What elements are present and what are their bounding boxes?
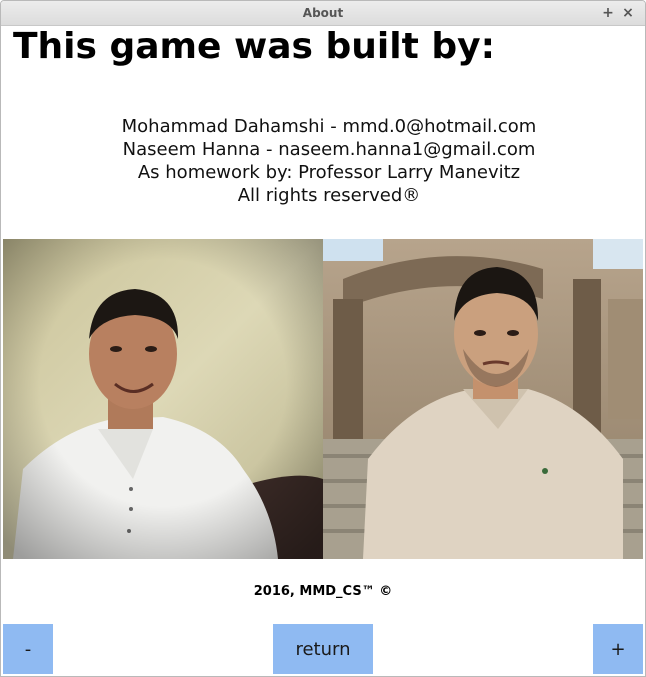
- credit-line-homework: As homework by: Professor Larry Manevitz: [137, 162, 521, 183]
- close-icon[interactable]: ×: [619, 1, 637, 25]
- title-bar: About + ×: [1, 1, 645, 26]
- credit-line-rights: All rights reserved®: [237, 185, 421, 206]
- credits-block: Mohammad Dahamshi - mmd.0@hotmail.com Na…: [1, 115, 645, 207]
- plus-button[interactable]: +: [593, 624, 643, 674]
- maximize-icon[interactable]: +: [599, 1, 617, 25]
- window-title: About: [302, 6, 344, 20]
- page-title: This game was built by:: [13, 26, 495, 67]
- credit-line-author-2: Naseem Hanna - naseem.hanna1@gmail.com: [122, 139, 536, 160]
- about-window: About + × This game was built by: Mohamm…: [0, 0, 646, 677]
- credit-line-author-1: Mohammad Dahamshi - mmd.0@hotmail.com: [121, 116, 537, 137]
- minus-button[interactable]: -: [3, 624, 53, 674]
- author-photo-right: [323, 239, 643, 559]
- author-photo-left: [3, 239, 323, 559]
- return-button[interactable]: return: [273, 624, 373, 674]
- copyright-footer: 2016, MMD_CS™ ©: [253, 584, 393, 599]
